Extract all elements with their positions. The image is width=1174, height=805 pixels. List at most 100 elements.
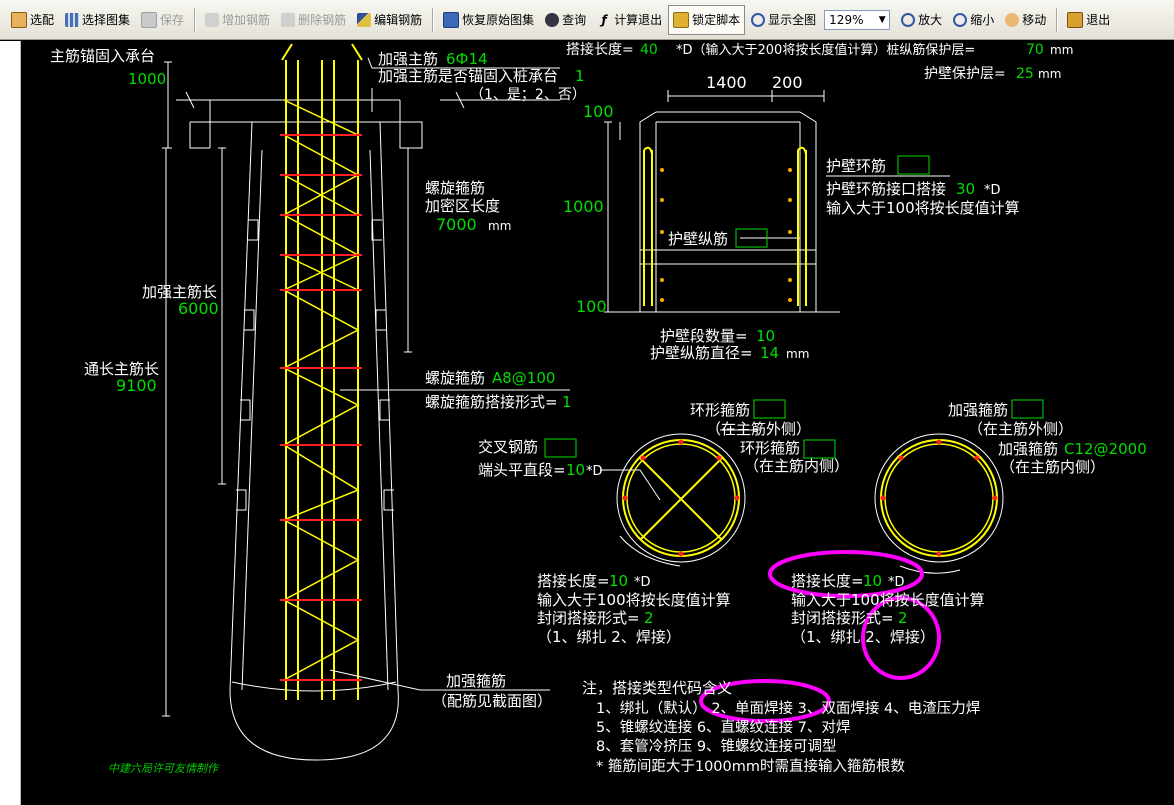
spiral-lap-label: 螺旋箍筋搭接形式= [425,393,558,411]
through-len-value[interactable]: 9100 [116,376,157,395]
dim-100-top[interactable]: 100 [583,102,614,121]
ring-stirrup-label: 环形箍筋 [690,401,750,419]
wall-long-dia-unit: mm [786,347,809,361]
reinforce-inner-note: （在主筋内侧） [1000,458,1105,476]
anchor-question-value[interactable]: 1 [575,67,585,85]
anchor-question-options: （1、是；2、否） [470,87,586,103]
cover-value[interactable]: 70 [1026,42,1044,58]
ring-stirrup-input[interactable] [753,399,786,419]
wall-long-dia-label: 护壁纵筋直径= [650,344,753,362]
binoculars-icon [545,12,560,27]
ring-stirrup-inner-input[interactable] [803,439,836,459]
reinforce-bottom-note: （配筋见截面图） [432,692,552,710]
reinforce-main-value[interactable]: 6Ф14 [446,50,488,68]
show-all-button[interactable]: 显示全图 [746,5,821,35]
wall-seg-value[interactable]: 10 [756,327,775,345]
select-atlas-button[interactable]: 选择图集 [60,5,135,35]
dim-200: 200 [772,73,803,92]
note-line1: 1、绑扎（默认） 2、单面焊接 3、双面焊接 4、电渣压力焊 [596,700,980,717]
reinforce-len-value[interactable]: 6000 [178,299,219,318]
left-panel-strip [0,41,21,805]
note-line2: 5、锥螺纹连接 6、直螺纹连接 7、对焊 [596,719,850,736]
end-straight-value[interactable]: 10 [566,461,585,479]
reinforce-outer-note: （在主筋外侧） [968,420,1073,438]
lap1-hint: 输入大于100将按长度值计算 [537,591,731,609]
ring-inner-note: （在主筋内侧） [744,457,849,475]
dim-1400: 1400 [706,73,747,92]
top-lap-value[interactable]: 40 [640,42,658,58]
wall-ring-hint: 输入大于100将按长度值计算 [826,199,1020,217]
chevron-down-icon[interactable]: ▼ [875,15,889,25]
main-rebars [281,43,363,700]
close-lap1-label: 封闭搭接形式= [537,609,640,627]
restore-atlas-button[interactable]: 恢复原始图集 [438,5,539,35]
calc-exit-button[interactable]: ƒ 计算退出 [592,5,667,35]
wall-seg-label: 护壁段数量= [660,327,748,345]
zoom-out-button[interactable]: 缩小 [948,5,999,35]
dim-100-bottom[interactable]: 100 [576,297,607,316]
close-lap1-value[interactable]: 2 [644,609,654,627]
delete-rebar-button[interactable]: 删除钢筋 [276,5,351,35]
function-icon: ƒ [601,12,607,27]
cross-rebar-input[interactable] [544,438,577,458]
toolbar-separator [194,7,197,32]
add-rebar-button[interactable]: 增加钢筋 [200,5,275,35]
lap2-value[interactable]: 10 [863,572,882,590]
lap2-hint: 输入大于100将按长度值计算 [791,591,985,609]
lap1-value[interactable]: 10 [609,572,628,590]
top-lap-label: 搭接长度= [566,41,634,58]
wall-ring-label: 护壁环筋 [826,157,886,175]
select-button[interactable]: 选配 [6,5,59,35]
zoom-value: 129% [829,12,864,27]
query-button[interactable]: 查询 [540,5,591,35]
wall-ring-lap-value[interactable]: 30 [956,180,975,198]
lap2-unit: *D [888,575,905,590]
close-lap1-options: （1、绑扎 2、焊接） [537,628,681,646]
lock-icon [673,11,690,28]
wall-ring-lap-label: 护壁环筋接口搭接 [826,180,946,198]
pencil-icon [357,12,372,27]
zoom-select[interactable]: 129% ▼ [824,9,891,30]
wall-cover-label: 护壁保护层= [924,66,1006,82]
exit-button[interactable]: 退出 [1062,5,1115,35]
restore-icon [443,11,460,28]
wall-ring-input[interactable] [897,155,930,175]
text-layer: 主筋锚固入承台 1000 加强主筋 6Ф14 加强主筋是否锚固入桩承台 1 （1… [50,41,1147,775]
delete-rebar-icon [281,12,296,27]
reinforce-bottom-label: 加强箍筋 [446,672,506,690]
end-straight-label: 端头平直段= [478,461,566,479]
reinforce-stirrup-value[interactable]: C12@2000 [1064,440,1147,458]
spiral-label: 螺旋箍筋 [425,369,485,387]
spiral-lap-value[interactable]: 1 [562,393,572,411]
add-rebar-icon [205,12,220,27]
ring-outer-note: （在主筋外侧） [706,420,811,438]
spiral-value[interactable]: A8@100 [492,369,555,387]
anchor-value[interactable]: 1000 [128,70,166,88]
zoom-in-button[interactable]: 放大 [896,5,947,35]
edit-rebar-button[interactable]: 编辑钢筋 [352,5,427,35]
spiral-dense-value[interactable]: 7000 [436,215,477,234]
note-line3: 8、套管冷挤压 9、锥螺纹连接可调型 [596,738,837,755]
drawing-canvas[interactable]: 主筋锚固入承台 1000 加强主筋 6Ф14 加强主筋是否锚固入桩承台 1 （1… [21,41,1174,805]
spiral-dense-line1: 螺旋箍筋 [425,179,485,197]
lap1-unit: *D [634,575,651,590]
zoom-in-icon [901,12,916,27]
end-straight-unit: *D [586,464,603,479]
close-lap2-label: 封闭搭接形式= [791,609,894,627]
close-lap2-value[interactable]: 2 [898,609,908,627]
anchor-question: 加强主筋是否锚固入桩承台 [378,67,558,85]
reinforce-stirrup-label: 加强箍筋 [948,401,1008,419]
wall-cover-value[interactable]: 25 [1016,66,1034,82]
pile-elevation [176,91,560,761]
ring-stirrup-label2: 环形箍筋 [740,439,800,457]
move-button[interactable]: 移动 [1000,5,1051,35]
wall-long-label: 护壁纵筋 [668,230,728,248]
note-line4: * 箍筋间距大于1000mm时需直接输入箍筋根数 [596,758,906,775]
wall-long-dia-value[interactable]: 14 [760,344,779,362]
wall-ring-lap-unit: *D [984,183,1001,198]
grid-icon [65,12,80,27]
reinforce-stirrup-input[interactable] [1011,399,1044,419]
save-button[interactable]: 保存 [136,5,189,35]
dim-1000[interactable]: 1000 [563,197,604,216]
lock-script-button[interactable]: 锁定脚本 [668,4,746,35]
